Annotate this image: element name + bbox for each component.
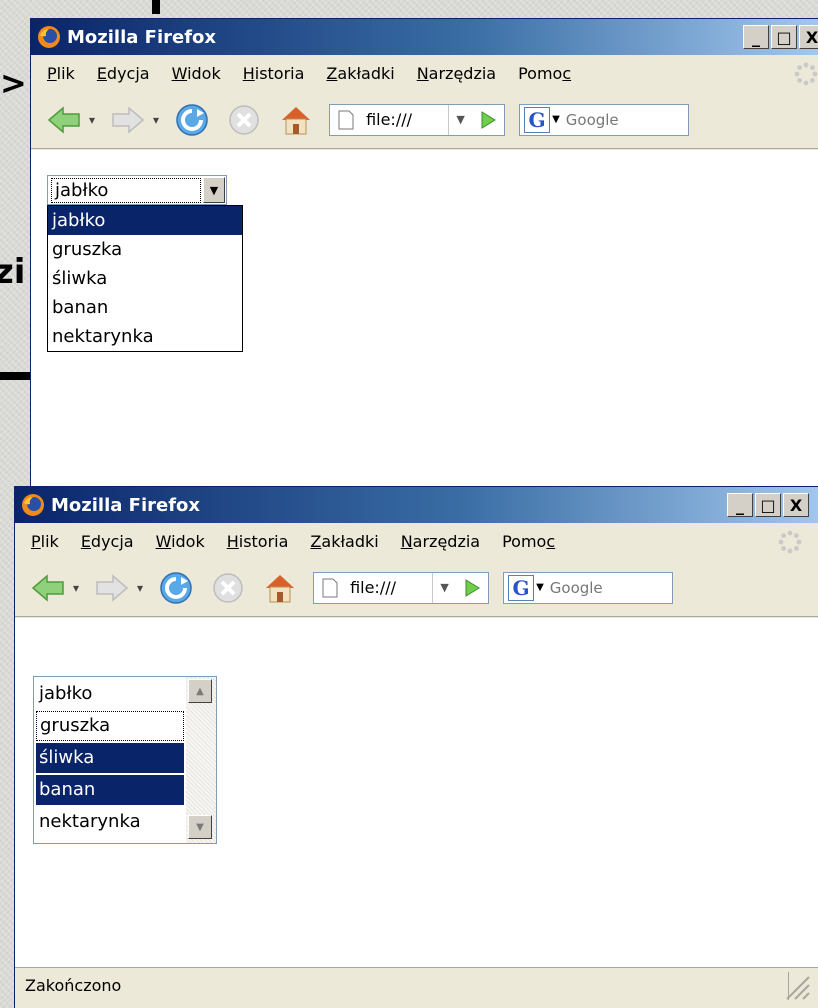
back-arrow-icon[interactable] [29,569,67,607]
search-engine-dropdown-icon[interactable]: ▼ [552,114,560,125]
minimize-button[interactable]: _ [727,493,753,517]
back-dropdown-icon[interactable]: ▾ [73,581,79,595]
listbox-option[interactable]: banan [36,775,184,805]
menu-item-narzędzia[interactable]: Narzędzia [390,532,491,551]
select-value: jabłko [51,177,201,203]
slide-angle-glyph: > [0,64,27,102]
fruit-select[interactable]: jabłko ▼ [47,175,227,205]
menu-item-widok[interactable]: Widok [161,64,232,83]
go-button[interactable] [456,573,488,603]
listbox-option[interactable]: nektarynka [36,807,184,837]
select-option[interactable]: śliwka [48,264,242,293]
url-text: file:/// [366,110,412,129]
go-button[interactable] [472,105,504,135]
google-g-icon[interactable]: G [524,106,551,133]
url-history-dropdown[interactable]: ▼ [432,572,456,603]
go-arrow-icon [481,110,497,129]
close-button[interactable]: X [799,25,818,49]
listbox-option[interactable]: jabłko [36,679,184,709]
menu-item-edycja[interactable]: Edycja [70,532,145,551]
select-dropdown-button[interactable]: ▼ [203,177,225,203]
titlebar[interactable]: Mozilla Firefox _ □ X [15,487,818,523]
navigation-toolbar: ▾ ▾ file:/// ▼ G ▼ Google [15,559,818,617]
reload-icon[interactable] [173,101,211,139]
url-text: file:/// [350,578,396,597]
menubar: Plik Edycja Widok Historia Zakładki Narzędzia… [15,523,818,559]
scroll-up-button[interactable]: ▲ [188,679,212,703]
menu-item-plik[interactable]: Plik [31,64,86,83]
navigation-toolbar: ▾ ▾ file:/// ▼ G ▼ Google [31,91,818,149]
back-arrow-icon[interactable] [45,101,83,139]
scroll-down-button[interactable]: ▼ [188,815,212,839]
maximize-button[interactable]: □ [771,25,797,49]
search-bar[interactable]: G ▼ Google [503,571,674,604]
select-option[interactable]: nektarynka [48,322,242,351]
firefox-window-bottom: Mozilla Firefox _ □ X Plik Edycja Widok His… [14,486,818,1008]
close-button[interactable]: X [783,493,809,517]
firefox-logo-icon [38,26,60,48]
reload-icon[interactable] [157,569,195,607]
listbox-option[interactable]: gruszka [36,711,184,741]
resize-grip-icon[interactable] [781,971,811,1001]
search-bar[interactable]: G ▼ Google [519,103,690,136]
menu-item-edycja[interactable]: Edycja [86,64,161,83]
minimize-button[interactable]: _ [743,25,769,49]
select-option[interactable]: gruszka [48,235,242,264]
window-title: Mozilla Firefox [67,26,217,48]
listbox-option[interactable]: śliwka [36,743,184,773]
forward-dropdown-icon[interactable]: ▾ [153,113,159,127]
firefox-window-top: Mozilla Firefox _ □ X Plik Edycja Widok His… [30,18,818,498]
menu-item-zakładki[interactable]: Zakładki [299,532,389,551]
search-placeholder: Google [549,578,603,597]
slide-partial-text: zi [0,252,26,292]
stop-icon[interactable] [209,569,247,607]
menu-item-narzędzia[interactable]: Narzędzia [406,64,507,83]
back-dropdown-icon[interactable]: ▾ [89,113,95,127]
page-content: jabłko ▼ jabłko gruszka śliwka banan nektary… [31,150,818,497]
select-option[interactable]: banan [48,293,242,322]
url-bar[interactable]: file:/// ▼ [329,103,506,136]
throbber-icon [778,530,802,554]
forward-dropdown-icon[interactable]: ▾ [137,581,143,595]
home-icon[interactable] [277,101,315,139]
status-text: Zakończono [25,976,122,995]
menubar: Plik Edycja Widok Historia Zakładki Narzędzia… [31,55,818,91]
google-g-icon[interactable]: G [508,574,535,601]
slide-horizontal-bar [0,372,34,380]
search-engine-dropdown-icon[interactable]: ▼ [536,582,544,593]
page-icon [322,578,338,597]
search-placeholder: Google [565,110,619,129]
listbox-scrollbar[interactable]: ▲ ▼ [186,677,216,843]
slide-vertical-bar [152,0,160,14]
page-content: ▲ ▼ jabłko gruszka śliwka banan nektarynka [15,618,818,967]
select-dropdown-list: jabłko gruszka śliwka banan nektarynka [47,205,243,352]
home-icon[interactable] [261,569,299,607]
forward-arrow-icon[interactable] [93,569,131,607]
menu-item-pomoc[interactable]: Pomoc [491,532,566,551]
throbber-icon [794,62,818,86]
page-icon [338,110,354,129]
menu-item-historia[interactable]: Historia [232,64,316,83]
menu-item-pomoc[interactable]: Pomoc [507,64,582,83]
menu-item-zakładki[interactable]: Zakładki [315,64,405,83]
titlebar[interactable]: Mozilla Firefox _ □ X [31,19,818,55]
forward-arrow-icon[interactable] [109,101,147,139]
menu-item-historia[interactable]: Historia [216,532,300,551]
fruit-listbox[interactable]: ▲ ▼ jabłko gruszka śliwka banan nektarynka [33,676,217,844]
firefox-logo-icon [22,494,44,516]
select-option[interactable]: jabłko [48,206,242,235]
url-bar[interactable]: file:/// ▼ [313,571,490,604]
stop-icon[interactable] [225,101,263,139]
window-title: Mozilla Firefox [51,494,201,516]
maximize-button[interactable]: □ [755,493,781,517]
go-arrow-icon [465,578,481,597]
menu-item-widok[interactable]: Widok [145,532,216,551]
url-history-dropdown[interactable]: ▼ [448,104,472,135]
status-bar: Zakończono [15,967,818,1003]
menu-item-plik[interactable]: Plik [15,532,70,551]
